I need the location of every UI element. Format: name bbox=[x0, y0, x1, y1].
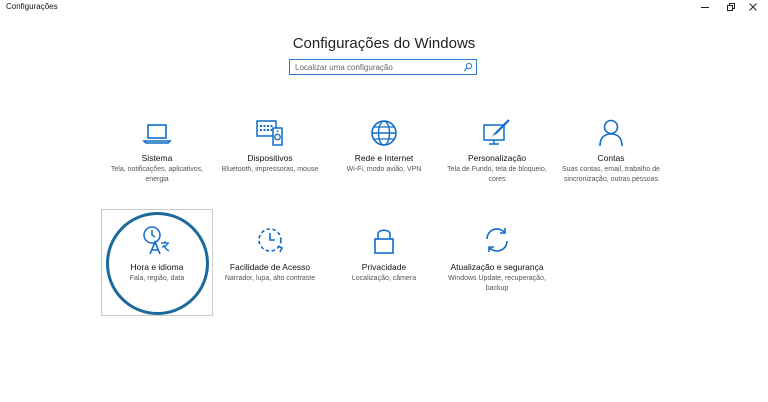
category-label: Privacidade bbox=[361, 262, 407, 272]
category-label: Facilidade de Acesso bbox=[229, 262, 311, 272]
category-description: Bluetooth, impressoras, mouse bbox=[221, 166, 319, 173]
category-description: Windows Update, recuperação, backup bbox=[448, 275, 546, 292]
category-contas[interactable]: Contas Suas contas, email, trabalho de s… bbox=[555, 109, 667, 199]
category-label: Atualização e segurança bbox=[450, 262, 544, 272]
globe-icon bbox=[371, 120, 397, 146]
category-personalizacao[interactable]: Personalização Tela de Fundo, tela de bl… bbox=[441, 109, 553, 199]
search-input[interactable] bbox=[290, 60, 465, 74]
category-description: Fala, região, data bbox=[129, 275, 185, 282]
ease-of-access-icon bbox=[258, 228, 284, 253]
category-facilidade-de-acesso[interactable]: Facilidade de Acesso Narrador, lupa, alt… bbox=[214, 218, 326, 314]
category-label: Hora e idioma bbox=[130, 262, 184, 272]
personalization-icon bbox=[483, 119, 510, 145]
category-privacidade[interactable]: Privacidade Localização, câmera bbox=[328, 218, 440, 314]
category-description: Tela, notificações, aplicativos, energia bbox=[110, 166, 204, 183]
close-button[interactable] bbox=[738, 0, 768, 14]
category-description: Wi-Fi, modo avião, VPN bbox=[346, 166, 422, 173]
category-description: Suas contas, email, trabalho de sincroni… bbox=[561, 166, 661, 183]
category-atualizacao-e-seguranca[interactable]: Atualização e segurança Windows Update, … bbox=[441, 218, 553, 314]
update-icon bbox=[486, 228, 508, 252]
person-icon bbox=[599, 119, 623, 147]
app-title: Configurações bbox=[6, 2, 58, 11]
search-box[interactable] bbox=[289, 59, 477, 75]
title-bar: Configurações bbox=[0, 0, 768, 16]
category-dispositivos[interactable]: Dispositivos Bluetooth, impressoras, mou… bbox=[214, 109, 326, 199]
category-description: Narrador, lupa, alto contraste bbox=[224, 275, 316, 282]
minimize-icon bbox=[701, 7, 709, 8]
laptop-icon bbox=[142, 124, 172, 144]
category-label: Contas bbox=[597, 153, 625, 163]
category-description: Tela de Fundo, tela de bloqueio, cores bbox=[447, 166, 547, 183]
category-label: Dispositivos bbox=[247, 153, 293, 163]
category-sistema[interactable]: Sistema Tela, notificações, aplicativos,… bbox=[101, 109, 213, 199]
category-label: Rede e Internet bbox=[354, 153, 414, 163]
lock-icon bbox=[374, 229, 394, 254]
category-hora-e-idioma[interactable]: Hora e idioma Fala, região, data bbox=[101, 218, 213, 314]
category-description: Localização, câmera bbox=[351, 275, 417, 282]
time-language-icon bbox=[143, 226, 170, 255]
close-icon bbox=[749, 3, 757, 11]
maximize-icon bbox=[727, 3, 735, 11]
page-title: Configurações do Windows bbox=[292, 35, 476, 53]
devices-icon bbox=[256, 120, 283, 146]
category-label: Personalização bbox=[467, 153, 527, 163]
category-rede-e-internet[interactable]: Rede e Internet Wi-Fi, modo avião, VPN bbox=[328, 109, 440, 199]
category-label: Sistema bbox=[141, 153, 173, 163]
search-icon[interactable] bbox=[463, 62, 473, 72]
